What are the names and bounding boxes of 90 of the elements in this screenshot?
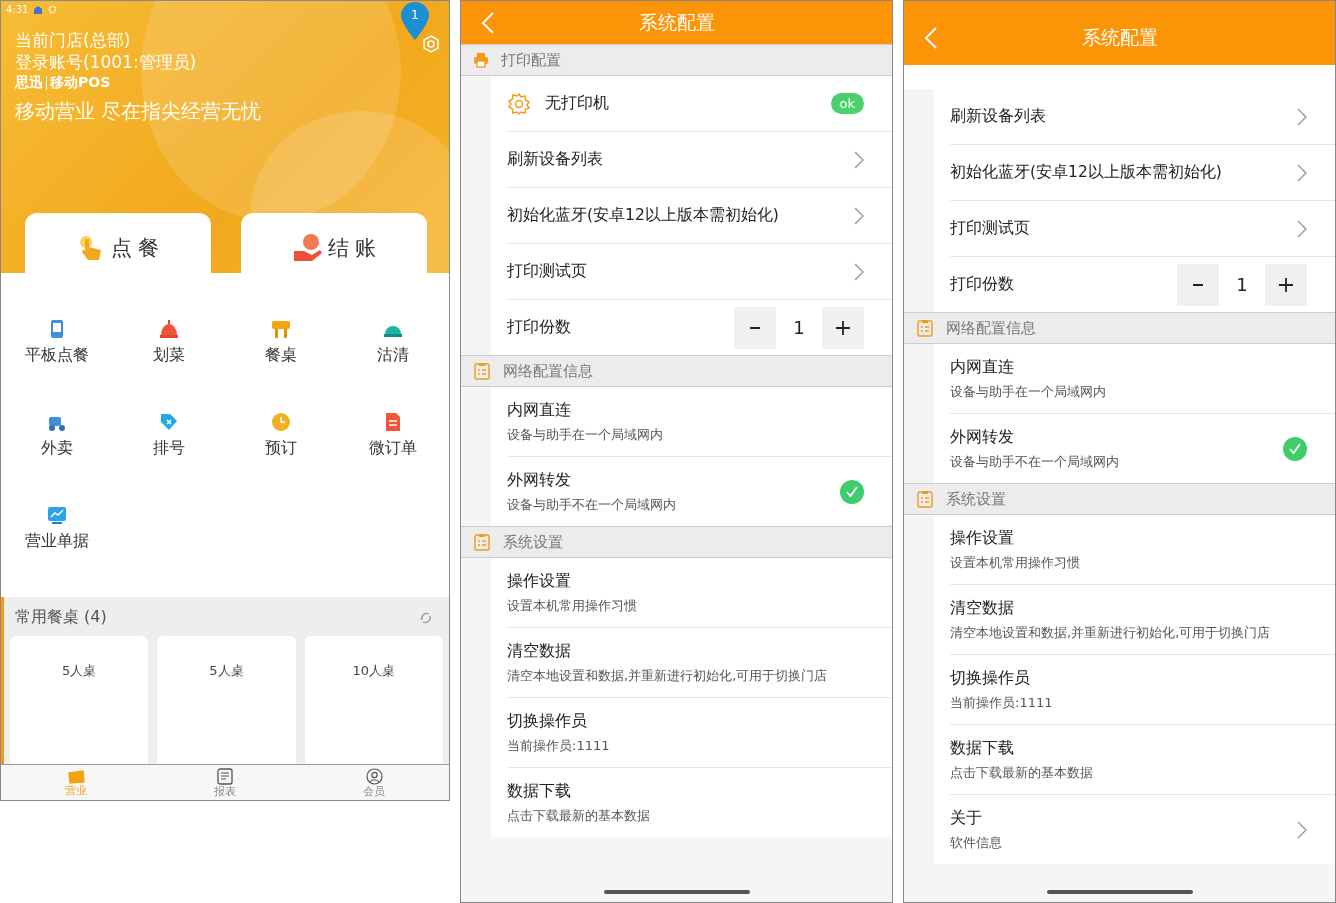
plus-icon [836,320,850,335]
settings-row[interactable]: 初始化蓝牙(安卓12以上版本需初始化) [950,145,1335,201]
settings-row[interactable]: 关于 软件信息 [950,795,1335,864]
function-item[interactable]: 营业单据 [1,505,113,552]
settings-row[interactable]: 外网转发 设备与助手不在一个局域网内 [507,457,892,526]
nav-tab[interactable]: 报表 [150,765,300,800]
action-tab[interactable]: 结 账 [241,213,427,273]
minus-icon [1193,283,1203,286]
store-name: 当前门店(总部) [15,29,131,51]
chevron-right-icon [854,150,864,169]
document-icon [383,412,403,432]
chevron-right-icon [1297,163,1307,182]
function-item[interactable]: 外卖 [1,412,113,459]
table-card[interactable]: 5人桌 [157,636,296,764]
settings-row[interactable]: 打印测试页 [950,201,1335,257]
printer-icon [473,52,489,68]
screen-title: 系统配置 [1081,25,1158,50]
chevron-right-icon [1297,107,1307,126]
notification-icon [33,5,44,14]
function-item[interactable]: 排号 [113,412,225,459]
table-card[interactable]: 5人桌 [10,636,149,764]
chevron-right-icon [1297,219,1307,238]
settings-row[interactable]: 打印份数 1 [950,257,1335,312]
section-title: 常用餐桌 (4) [15,607,107,628]
check-circle-icon[interactable] [1283,436,1307,461]
table-card[interactable]: 10人桌 [304,636,443,764]
bell-icon [159,319,179,339]
checklist-icon [916,490,934,508]
settings-row[interactable]: 刷新设备列表 [950,89,1335,145]
function-item[interactable]: 沽清 [337,319,449,366]
account-info: 登录账号(1001:管理员) [15,51,197,73]
report-icon [217,767,233,785]
gear-icon [507,91,531,116]
settings-row[interactable]: 切换操作员 当前操作员:1111 [507,698,892,768]
checklist-icon [473,362,491,380]
chevron-right-icon [1297,820,1307,839]
checklist-icon [916,319,934,337]
clock-icon [271,412,291,432]
chart-icon [47,505,67,525]
settings-row[interactable]: 内网直连 设备与助手在一个局域网内 [950,344,1335,414]
minus-icon [750,326,760,329]
action-tab[interactable]: 点 餐 [25,213,211,273]
settings-row[interactable]: 打印测试页 [507,244,892,300]
function-item[interactable]: 餐桌 [225,319,337,366]
settings-row[interactable]: 切换操作员 当前操作员:1111 [950,655,1335,725]
screen-title: 系统配置 [638,9,715,35]
settings-row[interactable]: 数据下载 点击下载最新的基本数据 [950,725,1335,795]
hand-coin-icon [291,233,324,263]
chevron-right-icon [854,206,864,225]
tag-icon [159,412,179,432]
function-item[interactable]: 平板点餐 [1,319,113,366]
gear-icon [48,5,58,14]
user-icon [365,767,383,785]
location-badge[interactable]: 1 [399,1,431,41]
function-item[interactable]: 划菜 [113,319,225,366]
settings-icon[interactable] [422,35,440,53]
section-header: 网络配置信息 [904,312,1335,344]
plus-icon [1279,277,1293,292]
section-header: 系统设置 [904,483,1335,515]
settings-row[interactable]: 清空数据 清空本地设置和数据,并重新进行初始化,可用于切换门店 [950,585,1335,655]
copies-value[interactable]: 1 [776,306,822,349]
settings-row[interactable]: 外网转发 设备与助手不在一个局域网内 [950,414,1335,483]
brand-logo: 思迅 [15,74,43,92]
settings-row[interactable]: 无打印机 ok [507,76,892,132]
settings-row[interactable]: 操作设置 设置本机常用操作习惯 [950,515,1335,585]
copies-value[interactable]: 1 [1219,263,1265,306]
section-header: 打印配置 [461,44,892,76]
settings-row[interactable]: 初始化蓝牙(安卓12以上版本需初始化) [507,188,892,244]
section-header: 网络配置信息 [461,355,892,387]
chevron-right-icon [854,262,864,281]
checklist-icon [473,533,491,551]
status-time: 4:31 [6,4,29,15]
section-header: 系统设置 [461,526,892,558]
brand-subtitle: 移动POS [50,74,111,92]
settings-row[interactable]: 刷新设备列表 [507,132,892,188]
settings-row[interactable]: 操作设置 设置本机常用操作习惯 [507,558,892,628]
check-circle-icon[interactable] [840,479,864,504]
nav-tab[interactable]: 会员 [299,765,449,800]
back-icon[interactable] [481,10,495,35]
function-item[interactable]: 微订单 [337,412,449,459]
table-icon [271,319,291,339]
settings-row[interactable]: 内网直连 设备与助手在一个局域网内 [507,387,892,457]
back-icon[interactable] [924,26,938,50]
settings-row[interactable]: 数据下载 点击下载最新的基本数据 [507,768,892,837]
settings-row[interactable]: 打印份数 1 [507,300,892,355]
slogan: 移动营业 尽在指尖经营无忧 [15,98,262,125]
function-item[interactable]: 预订 [225,412,337,459]
status-pill: ok [830,93,864,114]
settings-row[interactable]: 清空数据 清空本地设置和数据,并重新进行初始化,可用于切换门店 [507,628,892,698]
refresh-icon[interactable] [419,610,433,625]
